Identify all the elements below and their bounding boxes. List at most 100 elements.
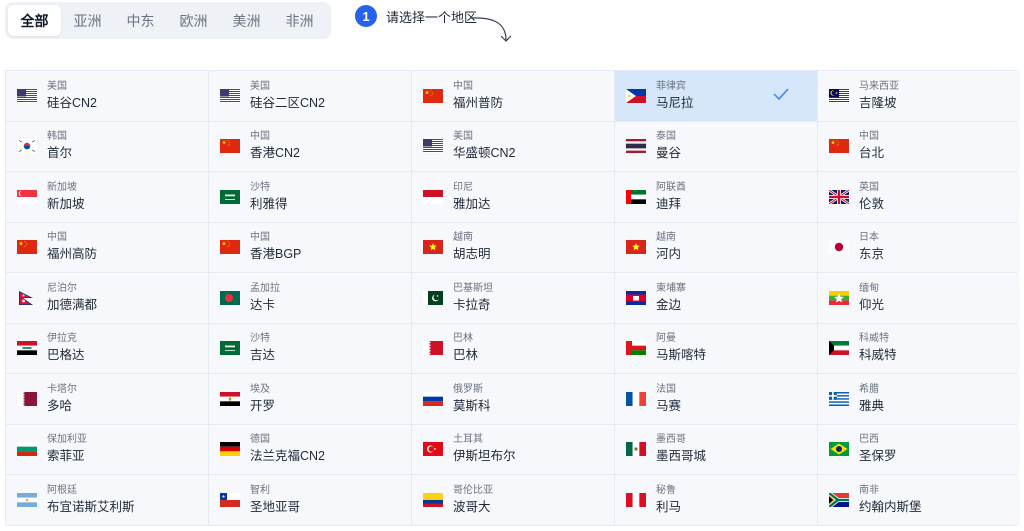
region-country: 沙特 bbox=[250, 333, 270, 345]
tab-2[interactable]: 中东 bbox=[114, 5, 167, 36]
region-option[interactable]: 阿根廷 布宜诺斯艾利斯 bbox=[6, 475, 208, 525]
region-option[interactable]: 哥伦比亚 波哥大 bbox=[412, 475, 614, 525]
region-option[interactable]: 土耳其 伊斯坦布尔 bbox=[412, 424, 614, 474]
region-option[interactable]: 阿联酋 迪拜 bbox=[615, 172, 817, 222]
tab-4[interactable]: 美洲 bbox=[220, 5, 273, 36]
region-country: 美国 bbox=[453, 131, 473, 143]
region-city: 马赛 bbox=[656, 398, 682, 413]
region-city: 雅加达 bbox=[453, 196, 491, 211]
flag-za-icon bbox=[829, 492, 849, 507]
region-option[interactable]: 墨西哥 墨西哥城 bbox=[615, 424, 817, 474]
region-city: 新加坡 bbox=[47, 196, 85, 211]
flag-mm-icon bbox=[829, 290, 849, 305]
region-option[interactable]: 中国 香港BGP bbox=[209, 222, 411, 272]
region-city: 雅典 bbox=[859, 398, 885, 413]
region-option[interactable]: 保加利亚 索菲亚 bbox=[6, 424, 208, 474]
region-option[interactable]: 秘鲁 利马 bbox=[615, 475, 817, 525]
region-option[interactable]: 中国 台北 bbox=[818, 121, 1020, 171]
region-option[interactable]: 菲律宾 马尼拉 bbox=[615, 71, 817, 121]
region-option[interactable]: 希腊 雅典 bbox=[818, 374, 1020, 424]
region-option[interactable]: 中国 香港CN2 bbox=[209, 121, 411, 171]
region-option[interactable]: 英国 伦敦 bbox=[818, 172, 1020, 222]
region-option[interactable]: 马来西亚 吉隆坡 bbox=[818, 71, 1020, 121]
region-option[interactable]: 美国 华盛顿CN2 bbox=[412, 121, 614, 171]
region-option[interactable]: 阿曼 马斯喀特 bbox=[615, 323, 817, 373]
flag-kw-icon bbox=[829, 341, 849, 356]
region-option[interactable]: 卡塔尔 多哈 bbox=[6, 374, 208, 424]
region-option[interactable]: 泰国 曼谷 bbox=[615, 121, 817, 171]
region-country: 美国 bbox=[250, 80, 270, 92]
region-option[interactable]: 韩国 首尔 bbox=[6, 121, 208, 171]
region-country: 新加坡 bbox=[47, 181, 77, 193]
flag-bd-icon bbox=[220, 290, 240, 305]
flag-cn-icon bbox=[423, 88, 443, 103]
region-option[interactable]: 新加坡 新加坡 bbox=[6, 172, 208, 222]
region-option[interactable]: 中国 福州普防 bbox=[412, 71, 614, 121]
region-country: 土耳其 bbox=[453, 434, 483, 446]
region-country: 法国 bbox=[656, 383, 676, 395]
region-option[interactable]: 缅甸 仰光 bbox=[818, 273, 1020, 323]
region-city: 巴格达 bbox=[47, 348, 85, 363]
step-indicator: 1 请选择一个地区 bbox=[355, 5, 477, 27]
region-city: 香港BGP bbox=[250, 247, 302, 262]
region-option[interactable]: 日本 东京 bbox=[818, 222, 1020, 272]
region-option[interactable]: 科威特 科威特 bbox=[818, 323, 1020, 373]
tab-5[interactable]: 非洲 bbox=[273, 5, 326, 36]
region-city: 硅谷CN2 bbox=[47, 95, 98, 110]
flag-jp-icon bbox=[829, 240, 849, 255]
flag-bh-icon bbox=[423, 341, 443, 356]
region-city: 首尔 bbox=[47, 146, 73, 161]
region-option[interactable]: 俄罗斯 莫斯科 bbox=[412, 374, 614, 424]
flag-co-icon bbox=[423, 492, 443, 507]
region-option[interactable]: 伊拉克 巴格达 bbox=[6, 323, 208, 373]
region-option[interactable]: 美国 硅谷CN2 bbox=[6, 71, 208, 121]
flag-us-icon bbox=[17, 88, 37, 103]
region-option[interactable]: 沙特 吉达 bbox=[209, 323, 411, 373]
flag-ae-icon bbox=[626, 189, 646, 204]
tab-3[interactable]: 欧洲 bbox=[167, 5, 220, 36]
flag-ar-icon bbox=[17, 492, 37, 507]
region-country: 秘鲁 bbox=[656, 484, 676, 496]
region-option[interactable]: 印尼 雅加达 bbox=[412, 172, 614, 222]
flag-id-icon bbox=[423, 189, 443, 204]
region-city: 仰光 bbox=[859, 297, 885, 312]
flag-iq-icon bbox=[17, 341, 37, 356]
region-option[interactable]: 尼泊尔 加德满都 bbox=[6, 273, 208, 323]
region-option[interactable]: 柬埔寨 金边 bbox=[615, 273, 817, 323]
flag-kh-icon bbox=[626, 290, 646, 305]
flag-vn-icon bbox=[626, 240, 646, 255]
region-country: 埃及 bbox=[250, 383, 270, 395]
region-option[interactable]: 法国 马赛 bbox=[615, 374, 817, 424]
region-option[interactable]: 美国 硅谷二区CN2 bbox=[209, 71, 411, 121]
region-option[interactable]: 越南 河内 bbox=[615, 222, 817, 272]
region-country: 科威特 bbox=[859, 333, 889, 345]
region-option[interactable]: 越南 胡志明 bbox=[412, 222, 614, 272]
tab-0[interactable]: 全部 bbox=[8, 5, 61, 36]
region-country: 越南 bbox=[656, 232, 676, 244]
region-city: 马斯喀特 bbox=[656, 348, 707, 363]
region-country: 沙特 bbox=[250, 181, 270, 193]
region-option[interactable]: 巴林 巴林 bbox=[412, 323, 614, 373]
region-option[interactable]: 中国 福州高防 bbox=[6, 222, 208, 272]
flag-np-icon bbox=[17, 290, 37, 305]
region-option[interactable]: 德国 法兰克福CN2 bbox=[209, 424, 411, 474]
flag-qa-icon bbox=[17, 391, 37, 406]
flag-gr-icon bbox=[829, 391, 849, 406]
region-option[interactable]: 巴基斯坦 卡拉奇 bbox=[412, 273, 614, 323]
region-option[interactable]: 沙特 利雅得 bbox=[209, 172, 411, 222]
region-city: 科威特 bbox=[859, 348, 897, 363]
region-filter-tabs: 全部 亚洲 中东 欧洲 美洲 非洲 bbox=[5, 2, 331, 39]
region-option[interactable]: 智利 圣地亚哥 bbox=[209, 475, 411, 525]
step-number-badge: 1 bbox=[355, 5, 377, 27]
region-country: 中国 bbox=[250, 131, 270, 143]
tab-1[interactable]: 亚洲 bbox=[61, 5, 114, 36]
region-city: 圣地亚哥 bbox=[250, 499, 301, 514]
region-country: 伊拉克 bbox=[47, 333, 77, 345]
region-option[interactable]: 埃及 开罗 bbox=[209, 374, 411, 424]
region-option[interactable]: 巴西 圣保罗 bbox=[818, 424, 1020, 474]
region-country: 缅甸 bbox=[859, 282, 879, 294]
region-country: 阿曼 bbox=[656, 333, 676, 345]
flag-cl-icon bbox=[220, 492, 240, 507]
region-option[interactable]: 孟加拉 达卡 bbox=[209, 273, 411, 323]
region-option[interactable]: 南非 约翰内斯堡 bbox=[818, 475, 1020, 525]
